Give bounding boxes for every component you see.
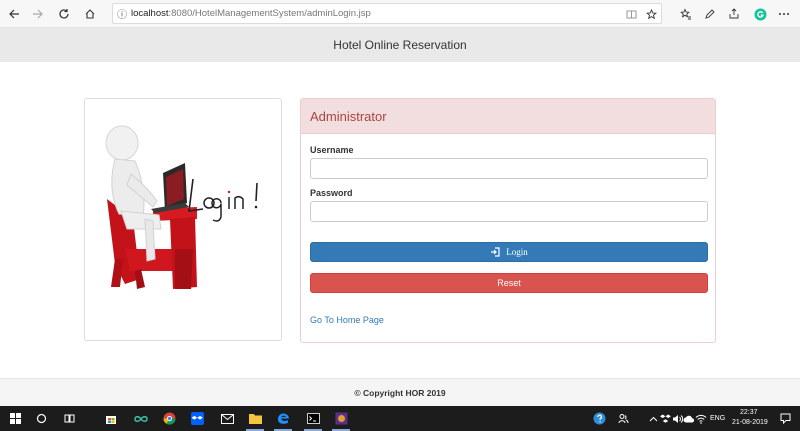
start-icon[interactable] [4,409,26,428]
forward-icon[interactable] [28,4,48,24]
site-footer: © Copyright HOR 2019 [0,378,800,406]
favorite-star-icon[interactable] [643,6,659,22]
login-panel: Administrator Username Password Login Re… [300,98,716,343]
clock-time[interactable]: 22:37 [740,409,758,416]
language-indicator[interactable]: ENG [710,415,725,422]
mail-icon[interactable] [216,409,238,428]
username-input[interactable] [310,158,708,179]
help-icon[interactable] [588,409,610,428]
infinity-app-icon[interactable] [130,409,152,428]
task-view-icon[interactable] [58,409,80,428]
chrome-icon[interactable] [158,409,180,428]
dropbox-icon[interactable] [186,409,208,428]
reset-button[interactable]: Reset [310,273,708,293]
clock-date[interactable]: 21-08-2019 [732,419,768,426]
login-illustration-panel [84,98,282,341]
login-illustration [105,125,258,289]
browser-toolbar: ⓘ localhost:8080/HotelManagementSystem/a… [0,0,800,28]
username-label: Username [310,145,354,155]
login-button[interactable]: Login [310,242,708,262]
page-title: Hotel Online Reservation [333,38,467,52]
site-info-icon[interactable]: ⓘ [113,6,131,21]
wifi-icon[interactable] [690,409,712,428]
panel-heading: Administrator [301,99,715,134]
app-icon[interactable] [330,409,352,431]
back-icon[interactable] [4,4,24,24]
site-header: Hotel Online Reservation [0,28,800,62]
home-page-link[interactable]: Go To Home Page [310,315,384,325]
edge-icon[interactable] [272,409,294,431]
people-icon[interactable] [612,409,634,428]
url-text: localhost:8080/HotelManagementSystem/adm… [131,8,371,19]
reset-button-label: Reset [497,278,521,288]
terminal-icon[interactable] [302,409,324,431]
reading-view-icon[interactable] [623,6,639,22]
home-icon[interactable] [80,4,100,24]
pen-icon[interactable] [700,4,720,24]
login-button-label: Login [506,247,528,257]
address-bar[interactable]: ⓘ localhost:8080/HotelManagementSystem/a… [112,3,662,24]
search-icon[interactable] [30,409,52,428]
share-icon[interactable] [724,4,744,24]
copyright-text: © Copyright HOR 2019 [354,387,446,398]
taskbar: ENG 22:37 21-08-2019 [0,406,800,431]
refresh-icon[interactable] [54,4,74,24]
store-icon[interactable] [100,409,122,428]
password-label: Password [310,188,353,198]
login-icon [491,247,500,257]
favorites-icon[interactable] [676,4,696,24]
notifications-icon[interactable] [774,409,796,428]
grammarly-icon[interactable] [750,4,770,24]
more-icon[interactable] [774,4,794,24]
file-explorer-icon[interactable] [244,409,266,431]
password-input[interactable] [310,201,708,222]
